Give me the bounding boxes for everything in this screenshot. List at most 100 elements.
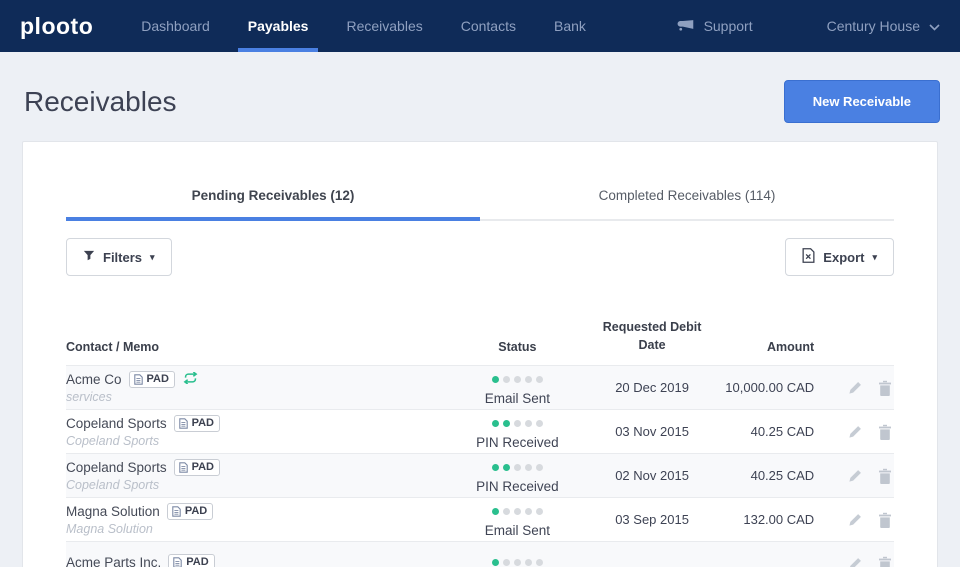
column-status: Status <box>440 340 595 354</box>
page-title: Receivables <box>24 86 177 118</box>
export-file-icon <box>802 248 815 266</box>
nav-item-dashboard[interactable]: Dashboard <box>137 0 214 52</box>
status-dots <box>492 464 543 471</box>
column-contact-memo: Contact / Memo <box>66 340 440 354</box>
toolbar: Filters ▾ Export ▾ <box>66 238 894 276</box>
status-dots <box>492 420 543 427</box>
contact-memo-cell: Copeland Sports PAD Copeland Sports <box>66 459 440 492</box>
main-nav: Dashboard Payables Receivables Contacts … <box>137 0 590 52</box>
contact-memo-cell: Acme Co PAD services <box>66 371 440 404</box>
pencil-icon <box>848 468 863 483</box>
export-button[interactable]: Export ▾ <box>785 238 894 276</box>
account-name: Century House <box>827 18 920 34</box>
new-receivable-button[interactable]: New Receivable <box>784 80 940 123</box>
column-requested-debit-date: Requested Debit Date <box>595 318 710 354</box>
pad-badge: PAD <box>168 554 214 567</box>
trash-icon <box>878 424 892 440</box>
edit-button[interactable] <box>848 556 863 567</box>
contact-memo-cell: Copeland Sports PAD Copeland Sports <box>66 415 440 448</box>
status-cell <box>440 553 595 567</box>
amount-cell: 40.25 CAD <box>709 424 814 439</box>
funnel-icon <box>83 250 95 265</box>
filters-button[interactable]: Filters ▾ <box>66 238 172 276</box>
memo-text: services <box>66 390 440 404</box>
requested-debit-date-cell: 03 Nov 2015 <box>595 424 710 439</box>
edit-button[interactable] <box>848 424 863 439</box>
document-icon <box>172 506 181 517</box>
nav-item-bank[interactable]: Bank <box>550 0 590 52</box>
table-header: Contact / Memo Status Requested Debit Da… <box>66 318 894 365</box>
chevron-down-icon <box>929 18 940 34</box>
delete-button[interactable] <box>878 556 892 567</box>
delete-button[interactable] <box>878 380 892 396</box>
tab-pending-receivables[interactable]: Pending Receivables (12) <box>66 188 480 221</box>
caret-down-icon: ▾ <box>872 252 877 263</box>
contact-name: Copeland Sports <box>66 416 167 431</box>
amount-cell: 132.00 CAD <box>709 512 814 527</box>
edit-button[interactable] <box>848 468 863 483</box>
support-link[interactable]: Support <box>676 17 753 35</box>
megaphone-icon <box>676 17 695 35</box>
status-label: Email Sent <box>440 391 595 406</box>
tab-bar: Pending Receivables (12) Completed Recei… <box>66 142 894 221</box>
nav-item-payables[interactable]: Payables <box>244 0 313 52</box>
receivables-card: Pending Receivables (12) Completed Recei… <box>22 141 938 567</box>
plooto-logo[interactable]: plooto <box>20 13 93 40</box>
contact-name: Magna Solution <box>66 504 160 519</box>
table-row[interactable]: Acme Parts Inc. PAD <box>66 541 894 567</box>
pencil-icon <box>848 380 863 395</box>
document-icon <box>134 374 143 385</box>
delete-button[interactable] <box>878 512 892 528</box>
trash-icon <box>878 512 892 528</box>
table-row[interactable]: Copeland Sports PAD Copeland Sports <box>66 409 894 453</box>
edit-button[interactable] <box>848 512 863 527</box>
contact-name: Acme Co <box>66 372 122 387</box>
requested-debit-date-cell: 03 Sep 2015 <box>595 512 710 527</box>
pad-badge: PAD <box>174 459 220 476</box>
recurring-icon <box>182 372 199 387</box>
actions-cell <box>814 380 894 396</box>
account-switcher[interactable]: Century House <box>827 18 940 34</box>
nav-right: Support Century House <box>676 17 940 35</box>
actions-cell <box>814 424 894 440</box>
page-header: Receivables New Receivable <box>0 52 960 141</box>
status-cell: PIN Received <box>440 414 595 450</box>
table-body: Acme Co PAD services Email Sent <box>66 365 894 567</box>
table-row[interactable]: Acme Co PAD services Email Sent <box>66 365 894 409</box>
status-dots <box>492 559 543 566</box>
delete-button[interactable] <box>878 424 892 440</box>
nav-item-contacts[interactable]: Contacts <box>457 0 520 52</box>
memo-text: Magna Solution <box>66 522 440 536</box>
amount-cell: 10,000.00 CAD <box>709 380 814 395</box>
contact-name: Acme Parts Inc. <box>66 555 161 567</box>
tab-completed-receivables[interactable]: Completed Receivables (114) <box>480 188 894 221</box>
top-navbar: plooto Dashboard Payables Receivables Co… <box>0 0 960 52</box>
status-label: PIN Received <box>440 479 595 494</box>
trash-icon <box>878 380 892 396</box>
status-cell: Email Sent <box>440 370 595 406</box>
pencil-icon <box>848 512 863 527</box>
actions-cell <box>814 468 894 484</box>
pencil-icon <box>848 556 863 567</box>
memo-text: Copeland Sports <box>66 478 440 492</box>
table-row[interactable]: Copeland Sports PAD Copeland Sports <box>66 453 894 497</box>
status-cell: PIN Received <box>440 458 595 494</box>
nav-item-receivables[interactable]: Receivables <box>342 0 426 52</box>
actions-cell <box>814 512 894 528</box>
status-label: Email Sent <box>440 523 595 538</box>
actions-cell <box>814 556 894 567</box>
contact-memo-cell: Acme Parts Inc. PAD <box>66 554 440 567</box>
edit-button[interactable] <box>848 380 863 395</box>
status-dots <box>492 376 543 383</box>
export-label: Export <box>823 250 864 265</box>
delete-button[interactable] <box>878 468 892 484</box>
trash-icon <box>878 468 892 484</box>
document-icon <box>179 418 188 429</box>
amount-cell: 40.25 CAD <box>709 468 814 483</box>
filters-label: Filters <box>103 250 142 265</box>
contact-memo-cell: Magna Solution PAD Magna Solution <box>66 503 440 536</box>
table-row[interactable]: Magna Solution PAD Magna Solution <box>66 497 894 541</box>
requested-debit-date-cell: 02 Nov 2015 <box>595 468 710 483</box>
pad-badge: PAD <box>167 503 213 520</box>
requested-debit-date-cell: 20 Dec 2019 <box>595 380 710 395</box>
